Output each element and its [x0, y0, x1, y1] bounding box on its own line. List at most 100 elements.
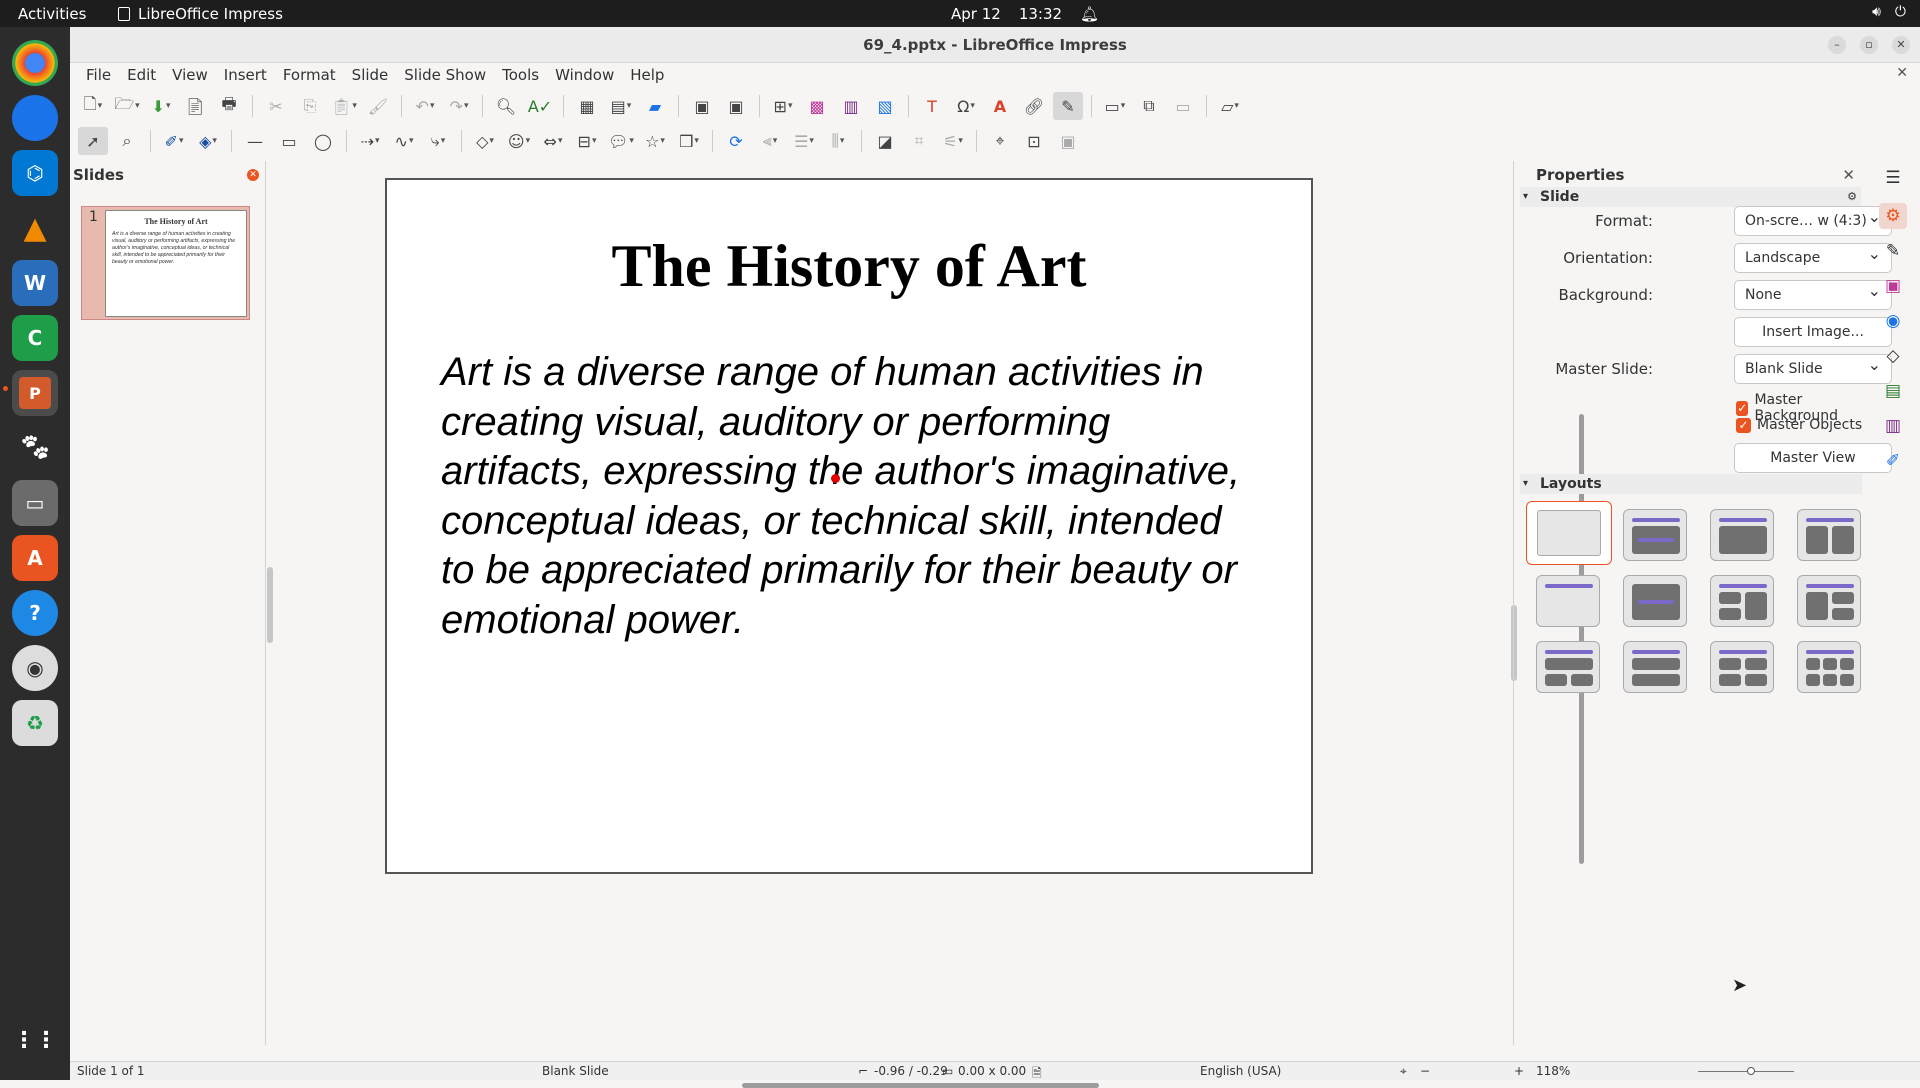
symbol-shapes-icon[interactable]: ☺ [504, 127, 534, 155]
gallery-tab-icon[interactable]: ▤ [1879, 378, 1907, 404]
minimize-button[interactable]: – [1828, 36, 1846, 54]
menu-format[interactable]: Format [275, 66, 344, 84]
shadow-icon[interactable]: ◪ [870, 127, 900, 155]
block-arrows-icon[interactable]: ⇔ [538, 127, 568, 155]
callouts-icon[interactable]: 💬︎ [606, 127, 636, 155]
open-icon[interactable]: 🗁 [112, 92, 142, 120]
layout-blank[interactable] [1526, 501, 1612, 565]
close-sidebar-icon[interactable]: ✕ [1842, 163, 1855, 187]
animation-tab-icon[interactable]: ▣ [1879, 273, 1907, 299]
menu-view[interactable]: View [164, 66, 216, 84]
undo-icon[interactable]: ↶ [410, 92, 440, 120]
window-titlebar[interactable]: 69_4.pptx - LibreOffice Impress – ▫ ✕ [70, 27, 1920, 63]
slide-title[interactable]: The History of Art [387, 232, 1311, 301]
zoom-level[interactable]: 118% [1536, 1064, 1570, 1078]
arrange-icon[interactable]: ☰ [789, 127, 819, 155]
horizontal-scrollbar[interactable] [742, 1083, 1099, 1088]
duplicate-slide-icon[interactable]: ⧉ [1134, 92, 1164, 120]
glue-points-icon[interactable]: ⊡ [1019, 127, 1049, 155]
slide-transition-tab-icon[interactable]: ✎ [1879, 238, 1907, 264]
close-slides-pane-icon[interactable]: ✕ [247, 169, 259, 181]
layout-title-2content-over[interactable] [1536, 641, 1600, 693]
select-icon[interactable]: ➚ [78, 127, 108, 155]
maximize-button[interactable]: ▫ [1860, 36, 1878, 54]
menu-insert[interactable]: Insert [216, 66, 275, 84]
draw-functions-icon[interactable]: ✎ [1053, 92, 1083, 120]
stars-icon[interactable]: ☆ [640, 127, 670, 155]
3d-objects-icon[interactable]: ❒ [674, 127, 704, 155]
menu-slide[interactable]: Slide [344, 66, 397, 84]
menu-edit[interactable]: Edit [119, 66, 164, 84]
line-icon[interactable]: — [240, 127, 270, 155]
navigator-tab-icon[interactable]: ◉ [1879, 308, 1907, 334]
menu-slide-show[interactable]: Slide Show [396, 66, 494, 84]
more-options-icon[interactable]: ⚙ [1847, 187, 1857, 207]
gimp-icon[interactable]: 🐾︎ [12, 425, 58, 471]
slide-thumbnail-1[interactable]: 1 The History of Art Art is a diverse ra… [81, 206, 250, 320]
delete-slide-icon[interactable]: ▭ [1168, 92, 1198, 120]
layout-title-content-2content[interactable] [1797, 575, 1861, 627]
styles-tab-icon[interactable]: ✐ [1879, 448, 1907, 474]
slide-layout-icon[interactable]: ▱ [1215, 92, 1245, 120]
zoom-pan-icon[interactable]: ⌕ [112, 127, 142, 155]
table-icon[interactable]: ⊞ [768, 92, 798, 120]
new-slide-icon[interactable]: ▭ [1100, 92, 1130, 120]
layout-title-slide[interactable] [1623, 509, 1687, 561]
layout-title-only[interactable] [1536, 575, 1600, 627]
system-tray[interactable]: 🔊︎ ⏻ [1872, 4, 1906, 20]
points-icon[interactable]: ⌖ [985, 127, 1015, 155]
shapes-tab-icon[interactable]: ◇ [1879, 343, 1907, 369]
rotate-icon[interactable]: ⟳ [721, 127, 751, 155]
show-apps-icon[interactable]: ⋮⋮ [12, 1017, 58, 1063]
fit-slide-icon[interactable]: ⌖ [1400, 1064, 1407, 1079]
basic-shapes-icon[interactable]: ◇ [470, 127, 500, 155]
layouts-section-header[interactable]: ▾ Layouts [1520, 474, 1862, 494]
layout-title-2content-content[interactable] [1710, 575, 1774, 627]
files-icon[interactable]: ▭ [12, 480, 58, 526]
menu-tools[interactable]: Tools [494, 66, 547, 84]
start-first-slide-icon[interactable]: ▣ [687, 92, 717, 120]
paste-icon[interactable]: 📋︎ [329, 92, 359, 120]
save-icon[interactable]: ⬇ [146, 92, 176, 120]
clone-format-icon[interactable]: 🖌︎ [363, 92, 393, 120]
slides-pane-splitter[interactable] [267, 567, 273, 643]
activities-button[interactable]: Activities [18, 5, 86, 23]
align-icon[interactable]: ⫷ [755, 127, 785, 155]
thunderbird-icon[interactable] [12, 95, 58, 141]
start-current-slide-icon[interactable]: ▣ [721, 92, 751, 120]
menu-file[interactable]: File [78, 66, 119, 84]
display-views-icon[interactable]: ▤ [606, 92, 636, 120]
rectangle-icon[interactable]: ▭ [274, 127, 304, 155]
cut-icon[interactable]: ✂ [261, 92, 291, 120]
zoom-in-icon[interactable]: + [1514, 1064, 1524, 1078]
app-menu[interactable]: LibreOffice Impress [118, 5, 283, 23]
connectors-icon[interactable]: ⤷ [423, 127, 453, 155]
slide-section-header[interactable]: ▾ Slide ⚙ [1520, 187, 1861, 207]
filter-icon[interactable]: ⚟ [938, 127, 968, 155]
zoom-slider[interactable] [1698, 1071, 1794, 1072]
lines-arrows-icon[interactable]: ⇢ [355, 127, 385, 155]
master-slide-icon[interactable]: ▰ [640, 92, 670, 120]
image-icon[interactable]: ▩ [802, 92, 832, 120]
layout-title-4content[interactable] [1710, 641, 1774, 693]
clock[interactable]: Apr 12 13:32 🔔︎ [951, 5, 1099, 23]
flowchart-icon[interactable]: ⊟ [572, 127, 602, 155]
menu-window[interactable]: Window [547, 66, 622, 84]
print-icon[interactable]: 🖶 [214, 92, 244, 120]
document-modified-icon[interactable]: 🗎 [1032, 1064, 1042, 1085]
vscode-icon[interactable]: ⌬ [12, 150, 58, 196]
copy-icon[interactable]: ⎘ [295, 92, 325, 120]
special-character-icon[interactable]: Ω [951, 92, 981, 120]
layout-title-content[interactable] [1710, 509, 1774, 561]
export-pdf-icon[interactable]: 📄︎ [180, 92, 210, 120]
master-slides-tab-icon[interactable]: ▥ [1879, 413, 1907, 439]
fill-color-icon[interactable]: ◈ [193, 127, 223, 155]
layout-title-two-content[interactable] [1797, 509, 1861, 561]
chrome-icon[interactable] [12, 40, 58, 86]
writer-icon[interactable]: W [12, 260, 58, 306]
menu-help[interactable]: Help [622, 66, 672, 84]
sidebar-menu-icon[interactable]: ☰ [1879, 165, 1907, 191]
redo-icon[interactable]: ↷ [444, 92, 474, 120]
fontwork-icon[interactable]: A [985, 92, 1015, 120]
software-icon[interactable]: A [12, 535, 58, 581]
